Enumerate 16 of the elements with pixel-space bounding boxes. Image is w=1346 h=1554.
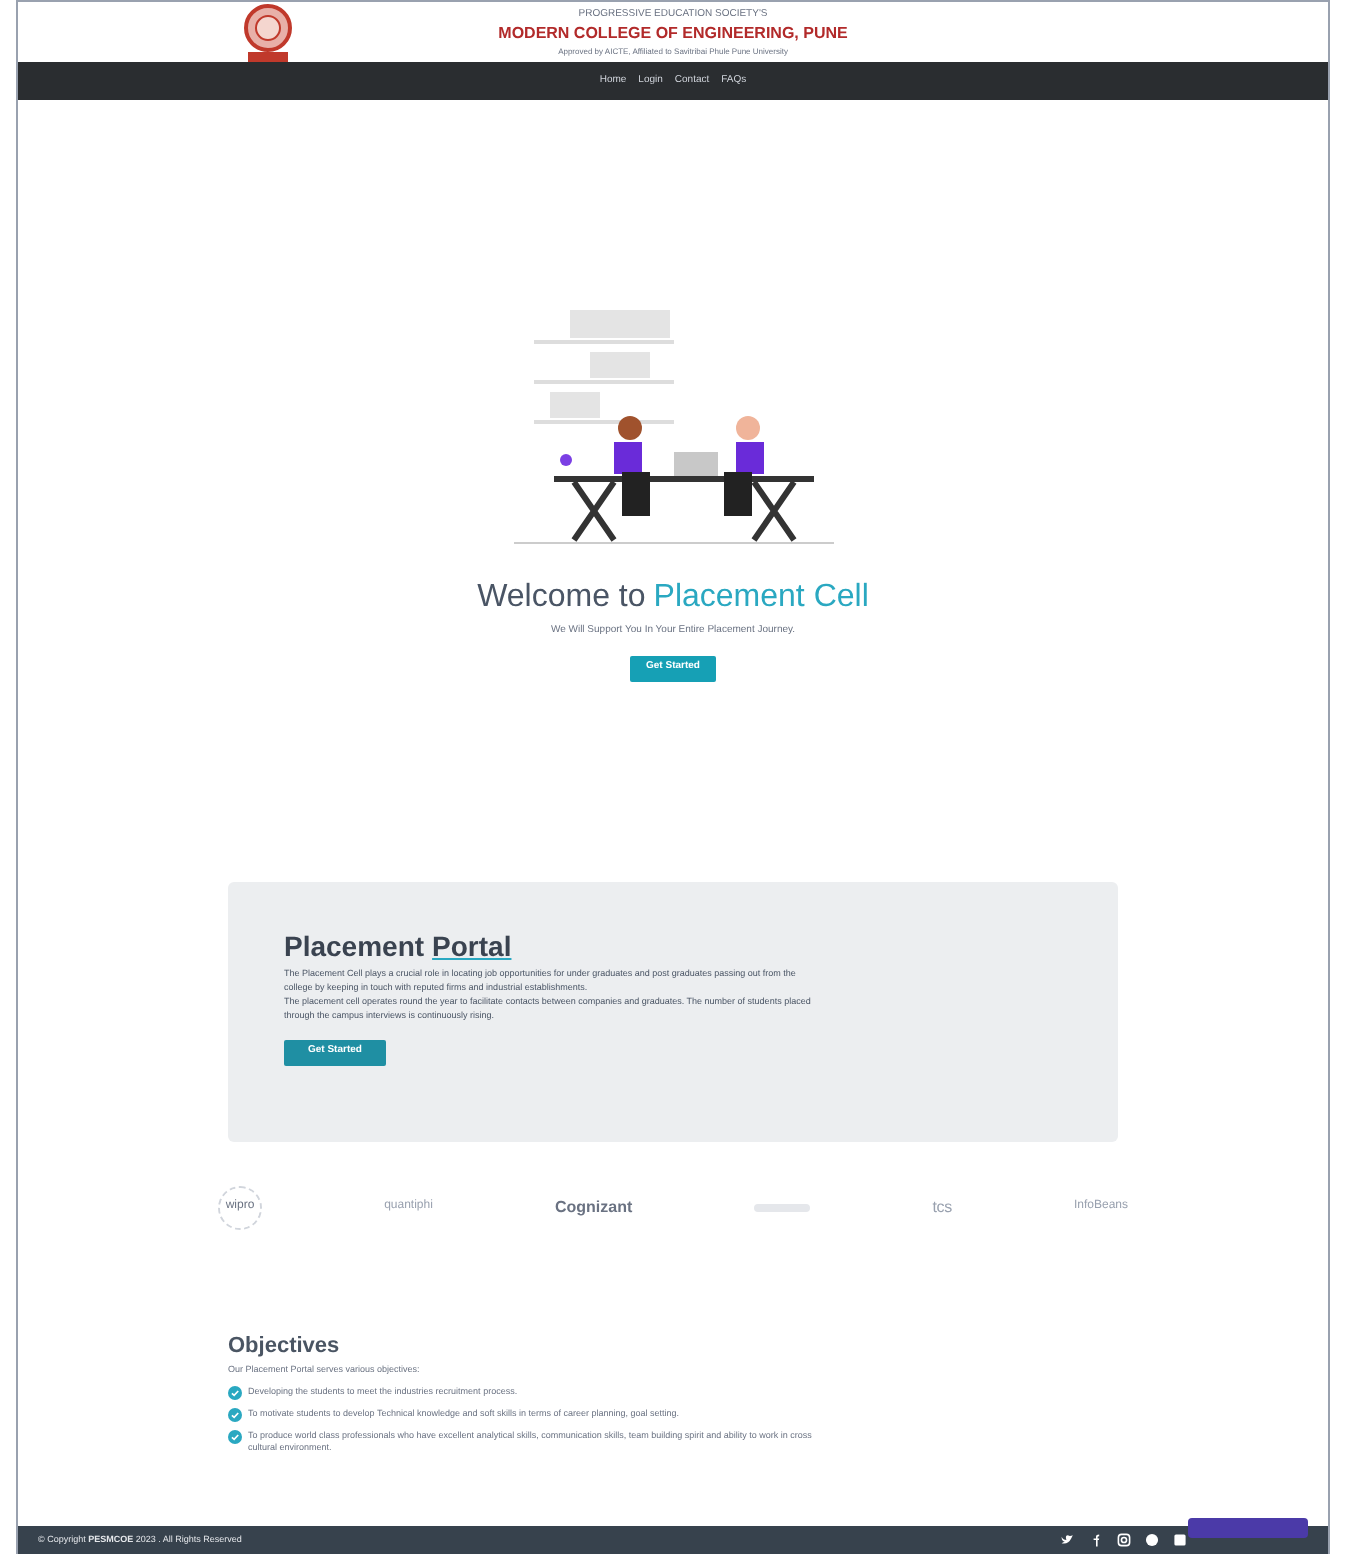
welcome-heading: Welcome to xyxy=(477,578,646,618)
college-emblem-icon xyxy=(242,4,294,64)
bird-icon[interactable] xyxy=(1060,1532,1076,1548)
check-circle-icon xyxy=(228,1385,242,1400)
welcome-heading-highlight: Placement Cell xyxy=(653,578,869,618)
floating-panel xyxy=(1188,1518,1308,1538)
partner-logo: tcs xyxy=(932,1195,952,1219)
objectives-heading: Objectives xyxy=(228,1331,340,1361)
facebook-icon[interactable] xyxy=(1088,1532,1104,1548)
partner-logo: Cognizant xyxy=(554,1195,633,1219)
instagram-icon[interactable] xyxy=(1116,1532,1132,1548)
college-name: MODERN COLLEGE OF ENGINEERING, PUNE xyxy=(498,21,848,43)
check-circle-icon xyxy=(228,1407,242,1422)
portal-heading-underlined: Portal xyxy=(432,929,512,961)
check-circle-icon xyxy=(228,1429,242,1444)
portal-heading: Placement xyxy=(284,929,425,961)
